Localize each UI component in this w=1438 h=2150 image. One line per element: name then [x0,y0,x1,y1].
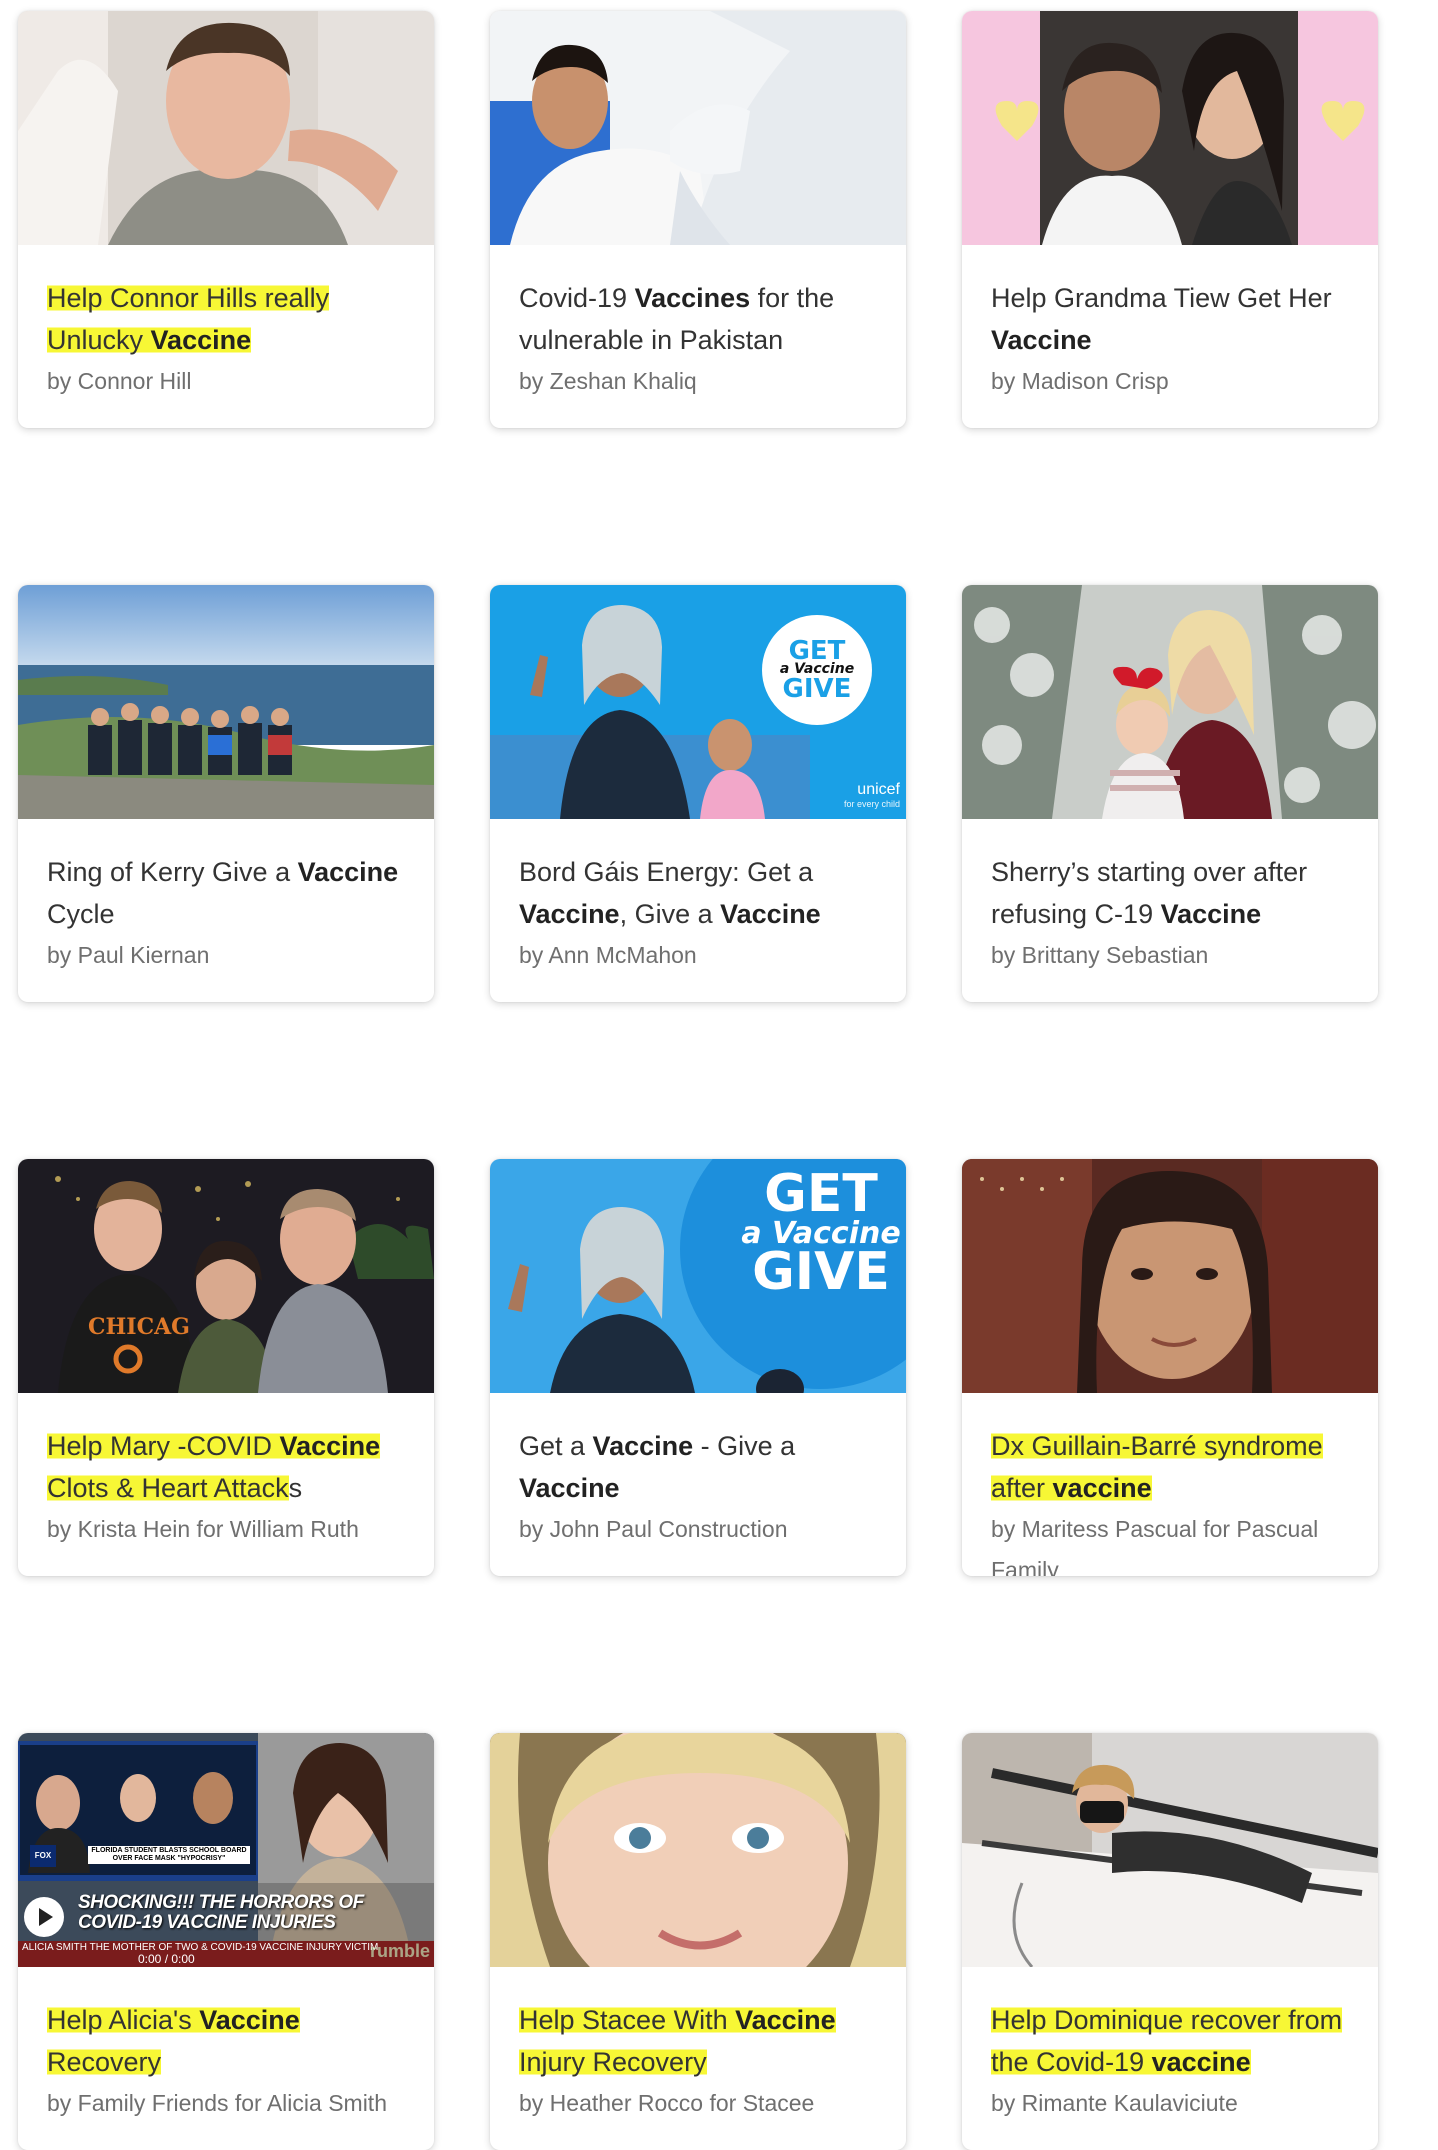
title-text: Get a [519,1431,593,1461]
title-text: s [288,1473,303,1503]
title-text: Ring of Kerry Give a [47,857,298,887]
campaign-title[interactable]: Help Alicia's Vaccine Recovery [47,1999,405,2083]
ticker-text: ALICIA SMITH THE MOTHER OF TWO & COVID-1… [22,1942,379,1953]
campaign-title[interactable]: Help Grandma Tiew Get Her Vaccine [991,277,1349,361]
campaign-card[interactable]: Ring of Kerry Give a Vaccine Cycle by Pa… [18,585,434,1002]
campaign-byline: by John Paul Construction [519,1516,788,1542]
campaign-card[interactable]: Covid-19 Vaccines for the vulnerable in … [490,11,906,428]
campaign-card[interactable]: GET a Vaccine GIVE unicef for every chil… [490,585,906,1002]
title-keyword: Vaccine [1160,899,1262,929]
campaign-card[interactable]: Help Grandma Tiew Get Her Vaccine by Mad… [962,11,1378,428]
campaign-card[interactable]: Sherry’s starting over after refusing C-… [962,585,1378,1002]
title-text: Help Stacee With [519,2005,736,2035]
campaign-title[interactable]: Sherry’s starting over after refusing C-… [991,851,1349,935]
fox-logo: FOX [30,1845,56,1867]
video-time: 0:00 / 0:00 [138,1952,195,1966]
campaign-thumbnail[interactable]: FOX FLORIDA STUDENT BLASTS SCHOOL BOARD … [18,1733,434,1967]
campaign-thumbnail[interactable] [490,1733,906,1967]
rumble-watermark: rumble [369,1941,430,1961]
campaign-byline: by Maritess Pascual for Pascual Family [991,1516,1319,1576]
campaign-thumbnail[interactable] [18,585,434,819]
campaign-byline: by Paul Kiernan [47,942,210,968]
title-text: Help Grandma Tiew Get Her [991,283,1332,313]
campaign-title[interactable]: Covid-19 Vaccines for the vulnerable in … [519,277,877,361]
title-keyword: Vaccine [297,857,399,887]
title-keyword: Vaccine [519,1473,620,1503]
campaign-thumbnail[interactable] [962,11,1378,245]
news-caption: FLORIDA STUDENT BLASTS SCHOOL BOARD OVER… [88,1846,250,1864]
campaign-byline: by Ann McMahon [519,942,697,968]
get-give-badge: GET a Vaccine GIVE [762,615,872,725]
title-text: Recovery [47,2047,162,2077]
title-keyword: Vaccine [519,899,620,929]
title-keyword: Vaccine [199,2005,300,2035]
campaign-thumbnail[interactable]: GET a Vaccine GIVE [490,1159,906,1393]
campaign-thumbnail[interactable] [490,11,906,245]
campaign-title[interactable]: Dx Guillain-Barré syndrome after vaccine [991,1425,1349,1509]
campaign-thumbnail[interactable] [962,1159,1378,1393]
campaign-title[interactable]: Bord Gáis Energy: Get a Vaccine, Give a … [519,851,877,935]
title-text: Help Mary -COVID [47,1431,280,1461]
campaign-title[interactable]: Ring of Kerry Give a Vaccine Cycle [47,851,405,935]
campaign-byline: by Connor Hill [47,368,192,394]
title-keyword: Vaccine [150,325,252,355]
campaign-byline: by Brittany Sebastian [991,942,1209,968]
title-text: Covid-19 [519,283,635,313]
title-text: Help Alicia's [47,2005,200,2035]
title-keyword: Vaccine [735,2005,836,2035]
title-keyword: vaccine [1151,2047,1251,2077]
title-text: Cycle [47,899,115,929]
campaign-title[interactable]: Help Mary -COVID Vaccine Clots & Heart A… [47,1425,405,1509]
campaign-byline: by Rimante Kaulaviciute [991,2090,1238,2116]
campaign-byline: by Zeshan Khaliq [519,368,697,394]
campaign-card[interactable]: CHICAG Help Mary -COVID Vaccine Clots & … [18,1159,434,1576]
campaign-byline: by Heather Rocco for Stacee [519,2090,815,2116]
campaign-card[interactable]: Help Connor Hills really Unlucky Vaccine… [18,11,434,428]
title-text: Injury Recovery [519,2047,707,2077]
video-title: SHOCKING!!! THE HORRORS OF COVID-19 VACC… [78,1892,364,1933]
title-keyword: Vaccine [720,899,821,929]
campaign-card[interactable]: Dx Guillain-Barré syndrome after vaccine… [962,1159,1378,1576]
campaign-card[interactable]: Help Stacee With Vaccine Injury Recovery… [490,1733,906,2150]
campaign-thumbnail[interactable] [962,1733,1378,1967]
video-ticker: ALICIA SMITH THE MOTHER OF TWO & COVID-1… [18,1941,434,1967]
title-text: - Give a [693,1431,796,1461]
campaign-title[interactable]: Help Dominique recover from the Covid-19… [991,1999,1349,2083]
campaign-thumbnail[interactable] [18,11,434,245]
title-keyword: Vaccine [991,325,1092,355]
campaign-card[interactable]: GET a Vaccine GIVE Get a Vaccine - Give … [490,1159,906,1576]
campaign-byline: by Madison Crisp [991,368,1169,394]
title-keyword: Vaccine [592,1431,694,1461]
title-keyword: Vaccine [279,1431,381,1461]
campaign-card[interactable]: FOX FLORIDA STUDENT BLASTS SCHOOL BOARD … [18,1733,434,2150]
title-keyword: vaccine [1052,1473,1152,1503]
campaign-byline: by Family Friends for Alicia Smith [47,2090,387,2116]
campaign-card[interactable]: Help Dominique recover from the Covid-19… [962,1733,1378,2150]
campaign-title[interactable]: Help Connor Hills really Unlucky Vaccine [47,277,405,361]
campaign-thumbnail[interactable]: GET a Vaccine GIVE unicef for every chil… [490,585,906,819]
campaign-title[interactable]: Help Stacee With Vaccine Injury Recovery [519,1999,877,2083]
campaign-thumbnail[interactable]: CHICAG [18,1159,434,1393]
campaign-title[interactable]: Get a Vaccine - Give a Vaccine [519,1425,877,1509]
unicef-logo: unicef for every child [843,781,900,809]
svg-text:CHICAG: CHICAG [88,1314,190,1340]
title-text: Dx Guillain-Barré syndrome after [991,1431,1323,1503]
title-text: Clots & Heart Attack [47,1473,289,1503]
title-text: , Give a [619,899,721,929]
campaign-byline: by Krista Hein for William Ruth [47,1516,359,1542]
title-keyword: Vaccines [634,283,751,313]
title-text: Bord Gáis Energy: Get a [519,857,814,887]
play-icon[interactable] [24,1897,64,1937]
campaign-thumbnail[interactable] [962,585,1378,819]
